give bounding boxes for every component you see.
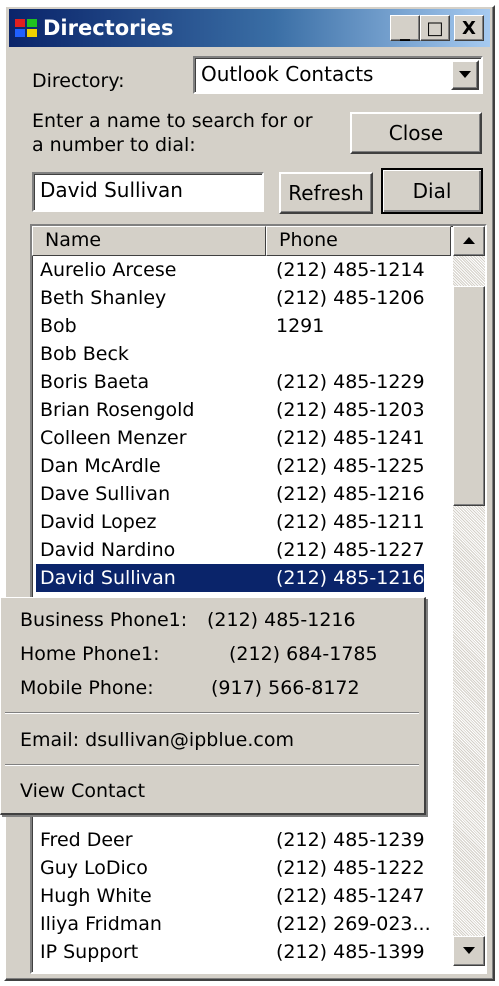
contact-name: Fred Deer — [40, 829, 133, 851]
list-item[interactable]: Iliya Fridman (212) 269-023... — [32, 910, 446, 938]
refresh-button-label: Refresh — [288, 181, 364, 205]
contact-name: IP Support — [40, 941, 139, 963]
window-title: Directories — [43, 16, 174, 40]
list-item[interactable]: David Lopez (212) 485-1211 — [32, 508, 446, 536]
dial-button-label: Dial — [412, 179, 452, 203]
list-item[interactable]: Aurelio Arcese (212) 485-1214 — [32, 256, 446, 284]
column-header-name[interactable]: Name — [32, 226, 266, 256]
maximize-icon: □ — [426, 17, 444, 39]
contact-phone: (212) 485-1216 — [276, 567, 425, 589]
contact-name: Brian Rosengold — [40, 399, 195, 421]
list-item[interactable]: Bob 1291 — [32, 312, 446, 340]
contact-phone: (212) 485-1399 — [276, 941, 425, 963]
contact-phone: (212) 485-1239 — [276, 829, 425, 851]
close-button[interactable]: Close — [350, 112, 482, 154]
directory-combobox[interactable]: Outlook Contacts — [193, 56, 483, 94]
list-item-selected[interactable]: David Sullivan (212) 485-1216 — [36, 564, 425, 592]
mobile-phone-label[interactable]: Mobile Phone: — [20, 676, 154, 700]
chevron-down-icon — [463, 947, 475, 954]
list-item[interactable]: Boris Baeta (212) 485-1229 — [32, 368, 446, 396]
contact-name: Hugh White — [40, 885, 152, 907]
close-window-button[interactable]: X — [454, 15, 484, 41]
directories-window: Directories _ □ X Directory: Outlook Con… — [4, 5, 495, 981]
email-menu-item[interactable]: Email: dsullivan@ipblue.com — [20, 728, 294, 752]
search-input[interactable]: David Sullivan — [32, 172, 264, 212]
scroll-up-button[interactable] — [453, 226, 485, 256]
directory-dropdown-button[interactable] — [451, 60, 479, 90]
contact-name: Beth Shanley — [40, 287, 167, 309]
chevron-up-icon — [463, 237, 475, 244]
maximize-button[interactable]: □ — [420, 15, 450, 41]
contact-name: David Lopez — [40, 511, 157, 533]
contact-name: Guy LoDico — [40, 857, 148, 879]
contact-phone: (212) 269-023... — [276, 913, 431, 935]
contact-context-menu: Business Phone1: (212) 485-1216 Home Pho… — [0, 597, 426, 815]
list-rows: Aurelio Arcese (212) 485-1214 Beth Shanle… — [32, 256, 446, 592]
contact-name: Aurelio Arcese — [40, 259, 177, 281]
contact-phone: (212) 485-1211 — [276, 511, 425, 533]
contact-name: Bob — [40, 315, 77, 337]
vertical-scrollbar[interactable] — [453, 226, 485, 966]
contact-phone: (212) 485-1222 — [276, 857, 425, 879]
menu-separator — [5, 712, 419, 714]
view-contact-menu-item[interactable]: View Contact — [20, 779, 145, 803]
search-instructions-line1: Enter a name to search for or — [32, 110, 313, 132]
contact-name: Iliya Fridman — [40, 913, 162, 935]
close-icon: X — [462, 17, 476, 39]
contact-phone: (212) 485-1216 — [276, 483, 425, 505]
contact-phone: (212) 485-1214 — [276, 259, 425, 281]
contact-name: Boris Baeta — [40, 371, 150, 393]
list-rows-lower: Fred Deer (212) 485-1239 Guy LoDico (212) … — [32, 826, 446, 966]
minimize-button[interactable]: _ — [390, 15, 420, 41]
directory-label: Directory: — [32, 70, 125, 92]
refresh-button[interactable]: Refresh — [279, 172, 373, 214]
contact-phone: (212) 485-1203 — [276, 399, 425, 421]
contact-phone: (212) 485-1225 — [276, 455, 425, 477]
contact-phone: (212) 485-1229 — [276, 371, 425, 393]
list-item[interactable]: Dan McArdle (212) 485-1225 — [32, 452, 446, 480]
column-header-phone[interactable]: Phone — [266, 226, 451, 256]
app-icon — [15, 19, 37, 37]
dial-button[interactable]: Dial — [381, 168, 483, 214]
list-item[interactable]: David Nardino (212) 485-1227 — [32, 536, 446, 564]
list-item[interactable]: Fred Deer (212) 485-1239 — [32, 826, 446, 854]
contact-phone: (212) 485-1227 — [276, 539, 425, 561]
title-bar[interactable]: Directories _ □ X — [9, 9, 490, 47]
contact-name: Dan McArdle — [40, 455, 161, 477]
contact-phone: 1291 — [276, 315, 325, 337]
contact-name: Dave Sullivan — [40, 483, 171, 505]
list-item[interactable]: Hugh White (212) 485-1247 — [32, 882, 446, 910]
list-item[interactable]: IP Support (212) 485-1399 — [32, 938, 446, 966]
contact-name: Colleen Menzer — [40, 427, 187, 449]
contact-name: Bob Beck — [40, 343, 129, 365]
business-phone-value[interactable]: (212) 485-1216 — [207, 608, 356, 632]
scrollbar-thumb[interactable] — [453, 286, 485, 506]
search-input-value: David Sullivan — [40, 178, 183, 202]
menu-separator — [5, 764, 419, 766]
search-instructions-line2: a number to dial: — [32, 134, 196, 156]
contact-name: David Nardino — [40, 539, 176, 561]
contact-phone: (212) 485-1206 — [276, 287, 425, 309]
list-item[interactable]: Beth Shanley (212) 485-1206 — [32, 284, 446, 312]
mobile-phone-value[interactable]: (917) 566-8172 — [211, 676, 360, 700]
business-phone-label[interactable]: Business Phone1: — [20, 608, 187, 632]
list-item[interactable]: Bob Beck — [32, 340, 446, 368]
home-phone-label[interactable]: Home Phone1: — [20, 642, 160, 666]
list-item[interactable]: Brian Rosengold (212) 485-1203 — [32, 396, 446, 424]
scroll-down-button[interactable] — [453, 936, 485, 966]
close-button-label: Close — [388, 121, 444, 145]
chevron-down-icon — [459, 71, 471, 78]
column-header-name-label: Name — [45, 229, 102, 251]
list-item[interactable]: Colleen Menzer (212) 485-1241 — [32, 424, 446, 452]
directory-value: Outlook Contacts — [201, 62, 374, 86]
list-item[interactable]: Guy LoDico (212) 485-1222 — [32, 854, 446, 882]
minimize-icon: _ — [400, 17, 410, 41]
contact-phone: (212) 485-1241 — [276, 427, 425, 449]
contact-phone: (212) 485-1247 — [276, 885, 425, 907]
column-header-phone-label: Phone — [279, 229, 338, 251]
list-item[interactable]: Dave Sullivan (212) 485-1216 — [32, 480, 446, 508]
home-phone-value[interactable]: (212) 684-1785 — [229, 642, 378, 666]
contact-name: David Sullivan — [40, 567, 176, 589]
